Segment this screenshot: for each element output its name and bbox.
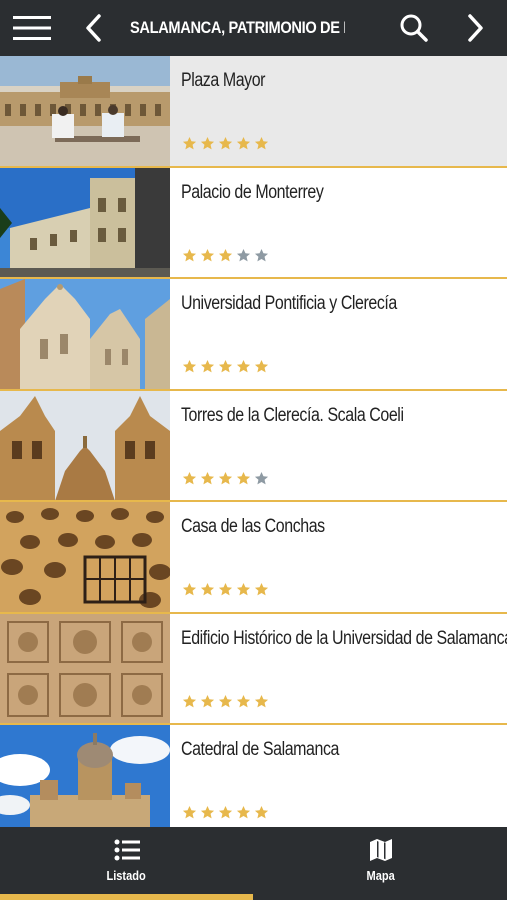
star-filled-icon bbox=[182, 359, 197, 373]
star-filled-icon bbox=[200, 471, 215, 484]
star-filled-icon bbox=[182, 248, 197, 261]
star-filled-icon bbox=[200, 136, 215, 150]
torres-de-la-clerecia-photo bbox=[0, 390, 170, 500]
list-item-catedral-de-salamanca[interactable]: Catedral de Salamanca bbox=[0, 725, 507, 827]
map-icon bbox=[369, 837, 393, 863]
star-filled-icon bbox=[200, 248, 215, 261]
list-item-plaza-mayor[interactable]: Plaza Mayor bbox=[0, 56, 507, 168]
star-filled-icon bbox=[218, 582, 233, 596]
tab-listado[interactable]: Listado bbox=[0, 827, 253, 900]
place-name: Palacio de Monterrey bbox=[181, 181, 324, 203]
star-filled-icon bbox=[218, 694, 233, 707]
star-filled-icon bbox=[182, 471, 197, 484]
star-rating bbox=[182, 582, 269, 597]
list-item-torres-de-la-clerecia[interactable]: Torres de la Clerecía. Scala Coeli bbox=[0, 390, 507, 502]
star-filled-icon bbox=[254, 582, 269, 596]
star-filled-icon bbox=[200, 359, 215, 373]
star-filled-icon bbox=[254, 694, 269, 707]
star-filled-icon bbox=[182, 136, 197, 150]
star-filled-icon bbox=[236, 805, 251, 819]
star-filled-icon bbox=[254, 136, 269, 150]
list-icon bbox=[114, 837, 140, 863]
place-name: Torres de la Clerecía. Scala Coeli bbox=[181, 404, 404, 426]
search-icon[interactable] bbox=[390, 0, 438, 56]
casa-de-las-conchas-photo bbox=[0, 502, 170, 612]
bottom-tab-bar: Listado Mapa bbox=[0, 827, 507, 900]
star-filled-icon bbox=[218, 359, 233, 373]
star-filled-icon bbox=[182, 805, 197, 819]
star-filled-icon bbox=[200, 805, 215, 819]
catedral-de-salamanca-photo bbox=[0, 725, 170, 827]
list-item-palacio-de-monterrey[interactable]: Palacio de Monterrey bbox=[0, 167, 507, 279]
star-filled-icon bbox=[236, 582, 251, 596]
plaza-mayor-photo bbox=[0, 56, 170, 166]
tab-label: Mapa bbox=[366, 868, 395, 883]
star-rating bbox=[182, 471, 269, 486]
universidad-pontificia-photo bbox=[0, 279, 170, 389]
palacio-de-monterrey-photo bbox=[0, 167, 170, 277]
star-empty-icon bbox=[254, 248, 269, 261]
tab-label: Listado bbox=[106, 868, 147, 883]
star-filled-icon bbox=[218, 248, 233, 261]
star-rating bbox=[182, 136, 269, 151]
star-filled-icon bbox=[236, 359, 251, 373]
star-filled-icon bbox=[200, 694, 215, 707]
page-title: SALAMANCA, PATRIMONIO DE LA HUMANIDAD bbox=[130, 18, 345, 37]
star-rating bbox=[182, 248, 269, 263]
place-name: Universidad Pontificia y Clerecía bbox=[181, 293, 397, 314]
star-rating bbox=[182, 805, 269, 820]
star-filled-icon bbox=[254, 359, 269, 373]
active-tab-indicator bbox=[0, 894, 253, 900]
hamburger-menu-icon[interactable] bbox=[0, 0, 64, 56]
edificio-historico-photo bbox=[0, 613, 170, 723]
star-filled-icon bbox=[218, 471, 233, 484]
place-name: Plaza Mayor bbox=[181, 70, 266, 91]
star-filled-icon bbox=[182, 582, 197, 596]
star-filled-icon bbox=[218, 136, 233, 150]
tab-mapa[interactable]: Mapa bbox=[254, 827, 507, 900]
star-empty-icon bbox=[236, 248, 251, 261]
top-app-bar: SALAMANCA, PATRIMONIO DE LA HUMANIDAD bbox=[0, 0, 507, 56]
star-filled-icon bbox=[254, 805, 269, 819]
star-filled-icon bbox=[236, 136, 251, 150]
star-filled-icon bbox=[200, 582, 215, 596]
star-rating bbox=[182, 359, 269, 374]
place-name: Edificio Histórico de la Universidad de … bbox=[181, 627, 507, 649]
star-filled-icon bbox=[236, 694, 251, 707]
chevron-left-icon[interactable] bbox=[70, 0, 116, 56]
star-filled-icon bbox=[182, 694, 197, 707]
list-item-edificio-historico[interactable]: Edificio Histórico de la Universidad de … bbox=[0, 613, 507, 725]
star-empty-icon bbox=[254, 471, 269, 484]
place-name: Catedral de Salamanca bbox=[181, 739, 339, 760]
list-item-universidad-pontificia[interactable]: Universidad Pontificia y Clerecía bbox=[0, 279, 507, 391]
chevron-right-icon[interactable] bbox=[452, 0, 500, 56]
places-list: Plaza Mayor Palacio de Monterrey Univers… bbox=[0, 56, 507, 827]
star-filled-icon bbox=[236, 471, 251, 484]
list-item-casa-de-las-conchas[interactable]: Casa de las Conchas bbox=[0, 502, 507, 614]
place-name: Casa de las Conchas bbox=[181, 516, 325, 537]
star-rating bbox=[182, 694, 269, 709]
star-filled-icon bbox=[218, 805, 233, 819]
